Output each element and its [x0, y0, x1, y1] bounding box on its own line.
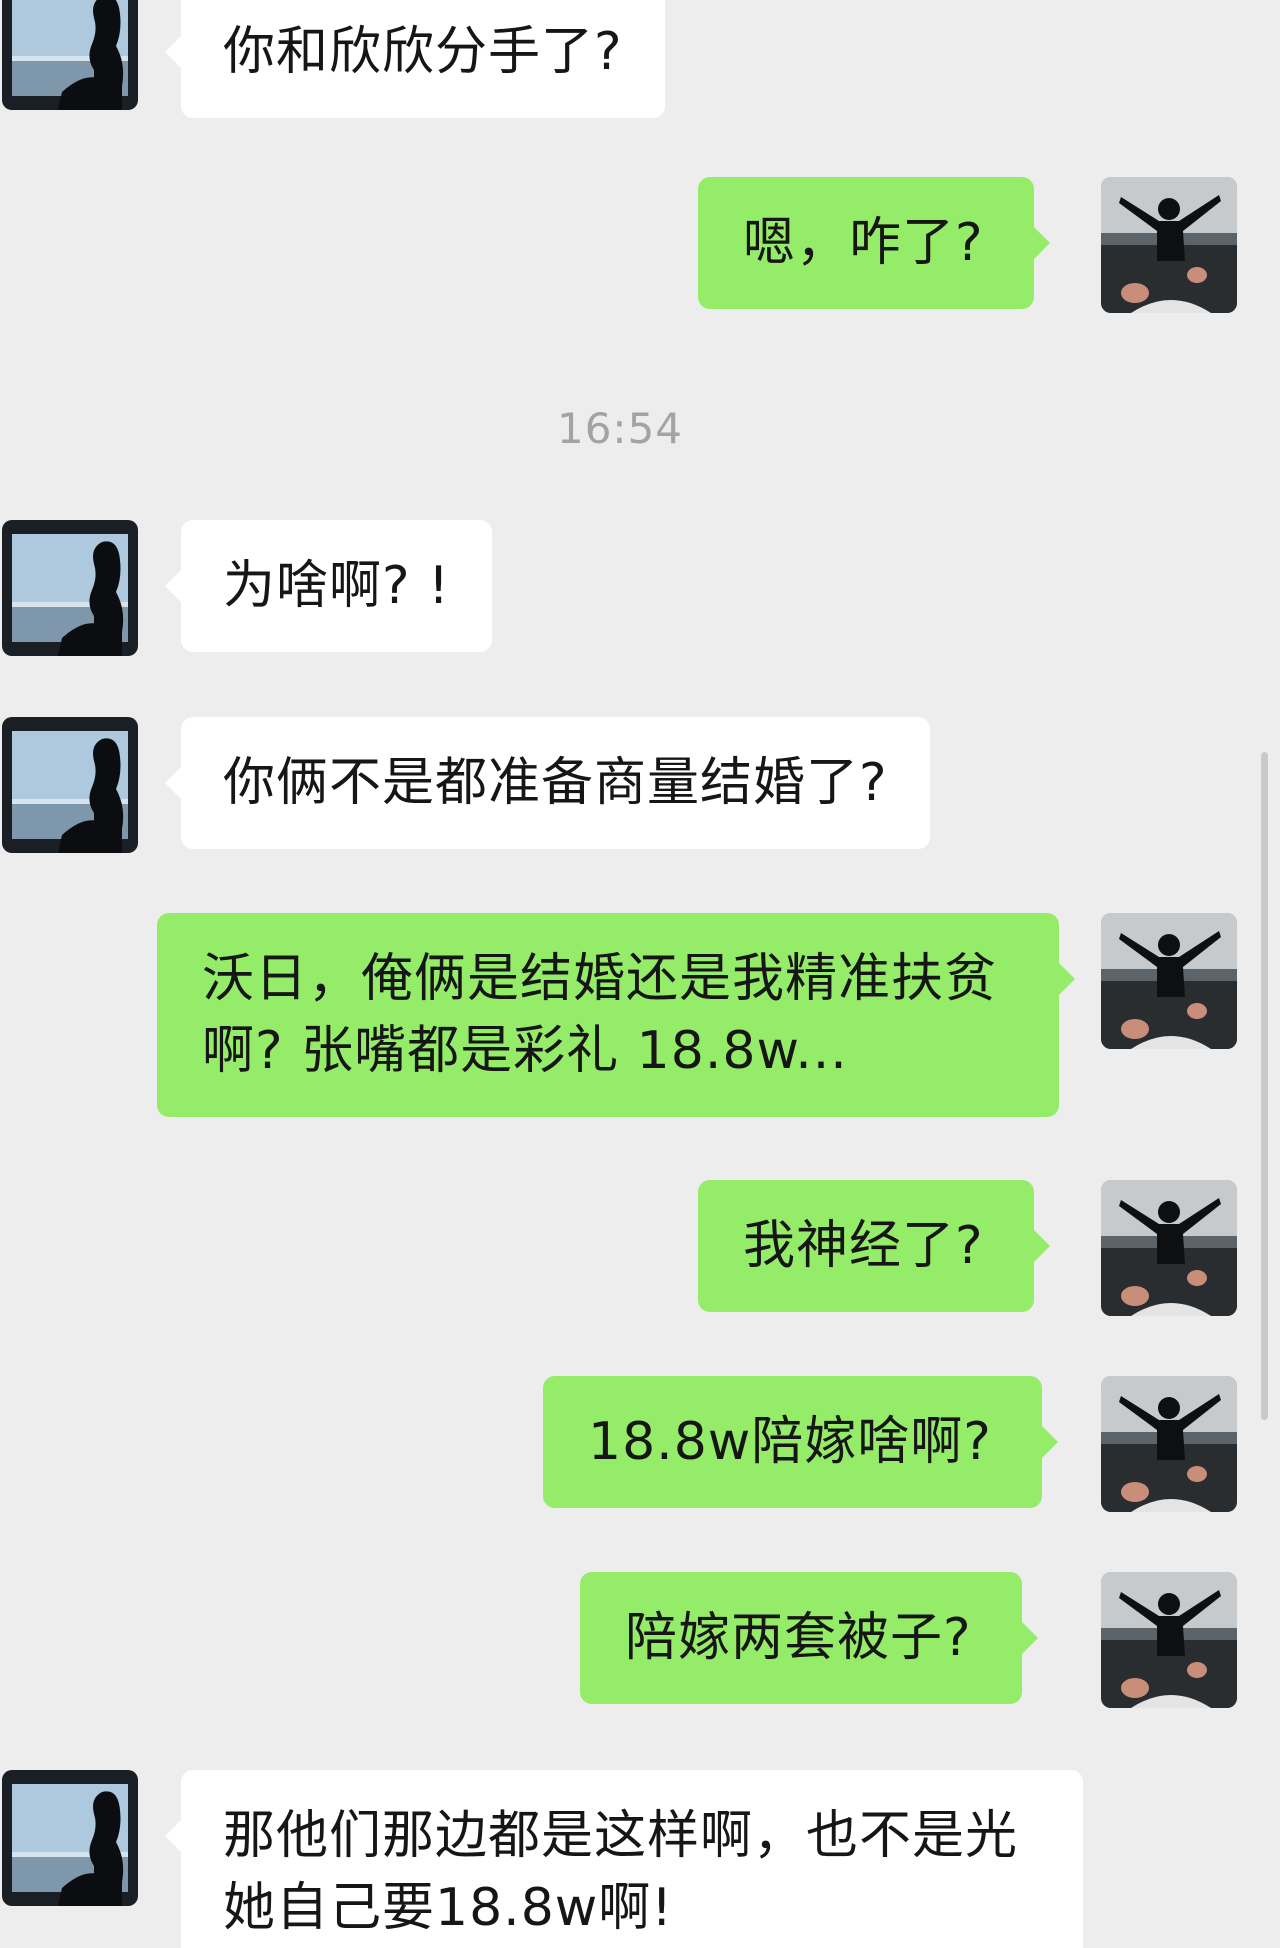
- chat-window: 你和欣欣分手了? 嗯，咋了? 16:54 为啥啊? ! 你俩不是都准备商量结婚了…: [0, 0, 1280, 1948]
- contact-avatar[interactable]: [2, 0, 138, 110]
- user-avatar[interactable]: [1101, 177, 1237, 313]
- incoming-message: 你俩不是都准备商量结婚了?: [165, 717, 930, 849]
- silhouette-window-avatar-icon: [2, 1770, 138, 1906]
- outgoing-message: 沃日，俺俩是结婚还是我精准扶贫啊? 张嘴都是彩礼 18.8w...: [157, 913, 1075, 1117]
- contact-avatar[interactable]: [2, 717, 138, 853]
- silhouette-window-avatar-icon: [2, 0, 138, 110]
- person-on-car-avatar-icon: [1101, 177, 1237, 313]
- person-on-car-avatar-icon: [1101, 1572, 1237, 1708]
- person-on-car-avatar-icon: [1101, 913, 1237, 1049]
- incoming-message: 为啥啊? !: [165, 520, 492, 652]
- user-avatar[interactable]: [1101, 1572, 1237, 1708]
- outgoing-message: 我神经了?: [698, 1180, 1050, 1312]
- user-avatar[interactable]: [1101, 1376, 1237, 1512]
- contact-avatar[interactable]: [2, 520, 138, 656]
- outgoing-message: 18.8w陪嫁啥啊?: [543, 1376, 1058, 1508]
- silhouette-window-avatar-icon: [2, 717, 138, 853]
- outgoing-message: 嗯，咋了?: [698, 177, 1050, 309]
- person-on-car-avatar-icon: [1101, 1376, 1237, 1512]
- incoming-message: 那他们那边都是这样啊，也不是光她自己要18.8w啊!: [165, 1770, 1083, 1948]
- user-avatar[interactable]: [1101, 1180, 1237, 1316]
- user-avatar[interactable]: [1101, 913, 1237, 1049]
- message-timestamp: 16:54: [556, 404, 684, 453]
- scrollbar[interactable]: [1261, 752, 1268, 1420]
- outgoing-message: 陪嫁两套被子?: [580, 1572, 1038, 1704]
- silhouette-window-avatar-icon: [2, 520, 138, 656]
- person-on-car-avatar-icon: [1101, 1180, 1237, 1316]
- incoming-message: 你和欣欣分手了?: [165, 0, 665, 118]
- contact-avatar[interactable]: [2, 1770, 138, 1906]
